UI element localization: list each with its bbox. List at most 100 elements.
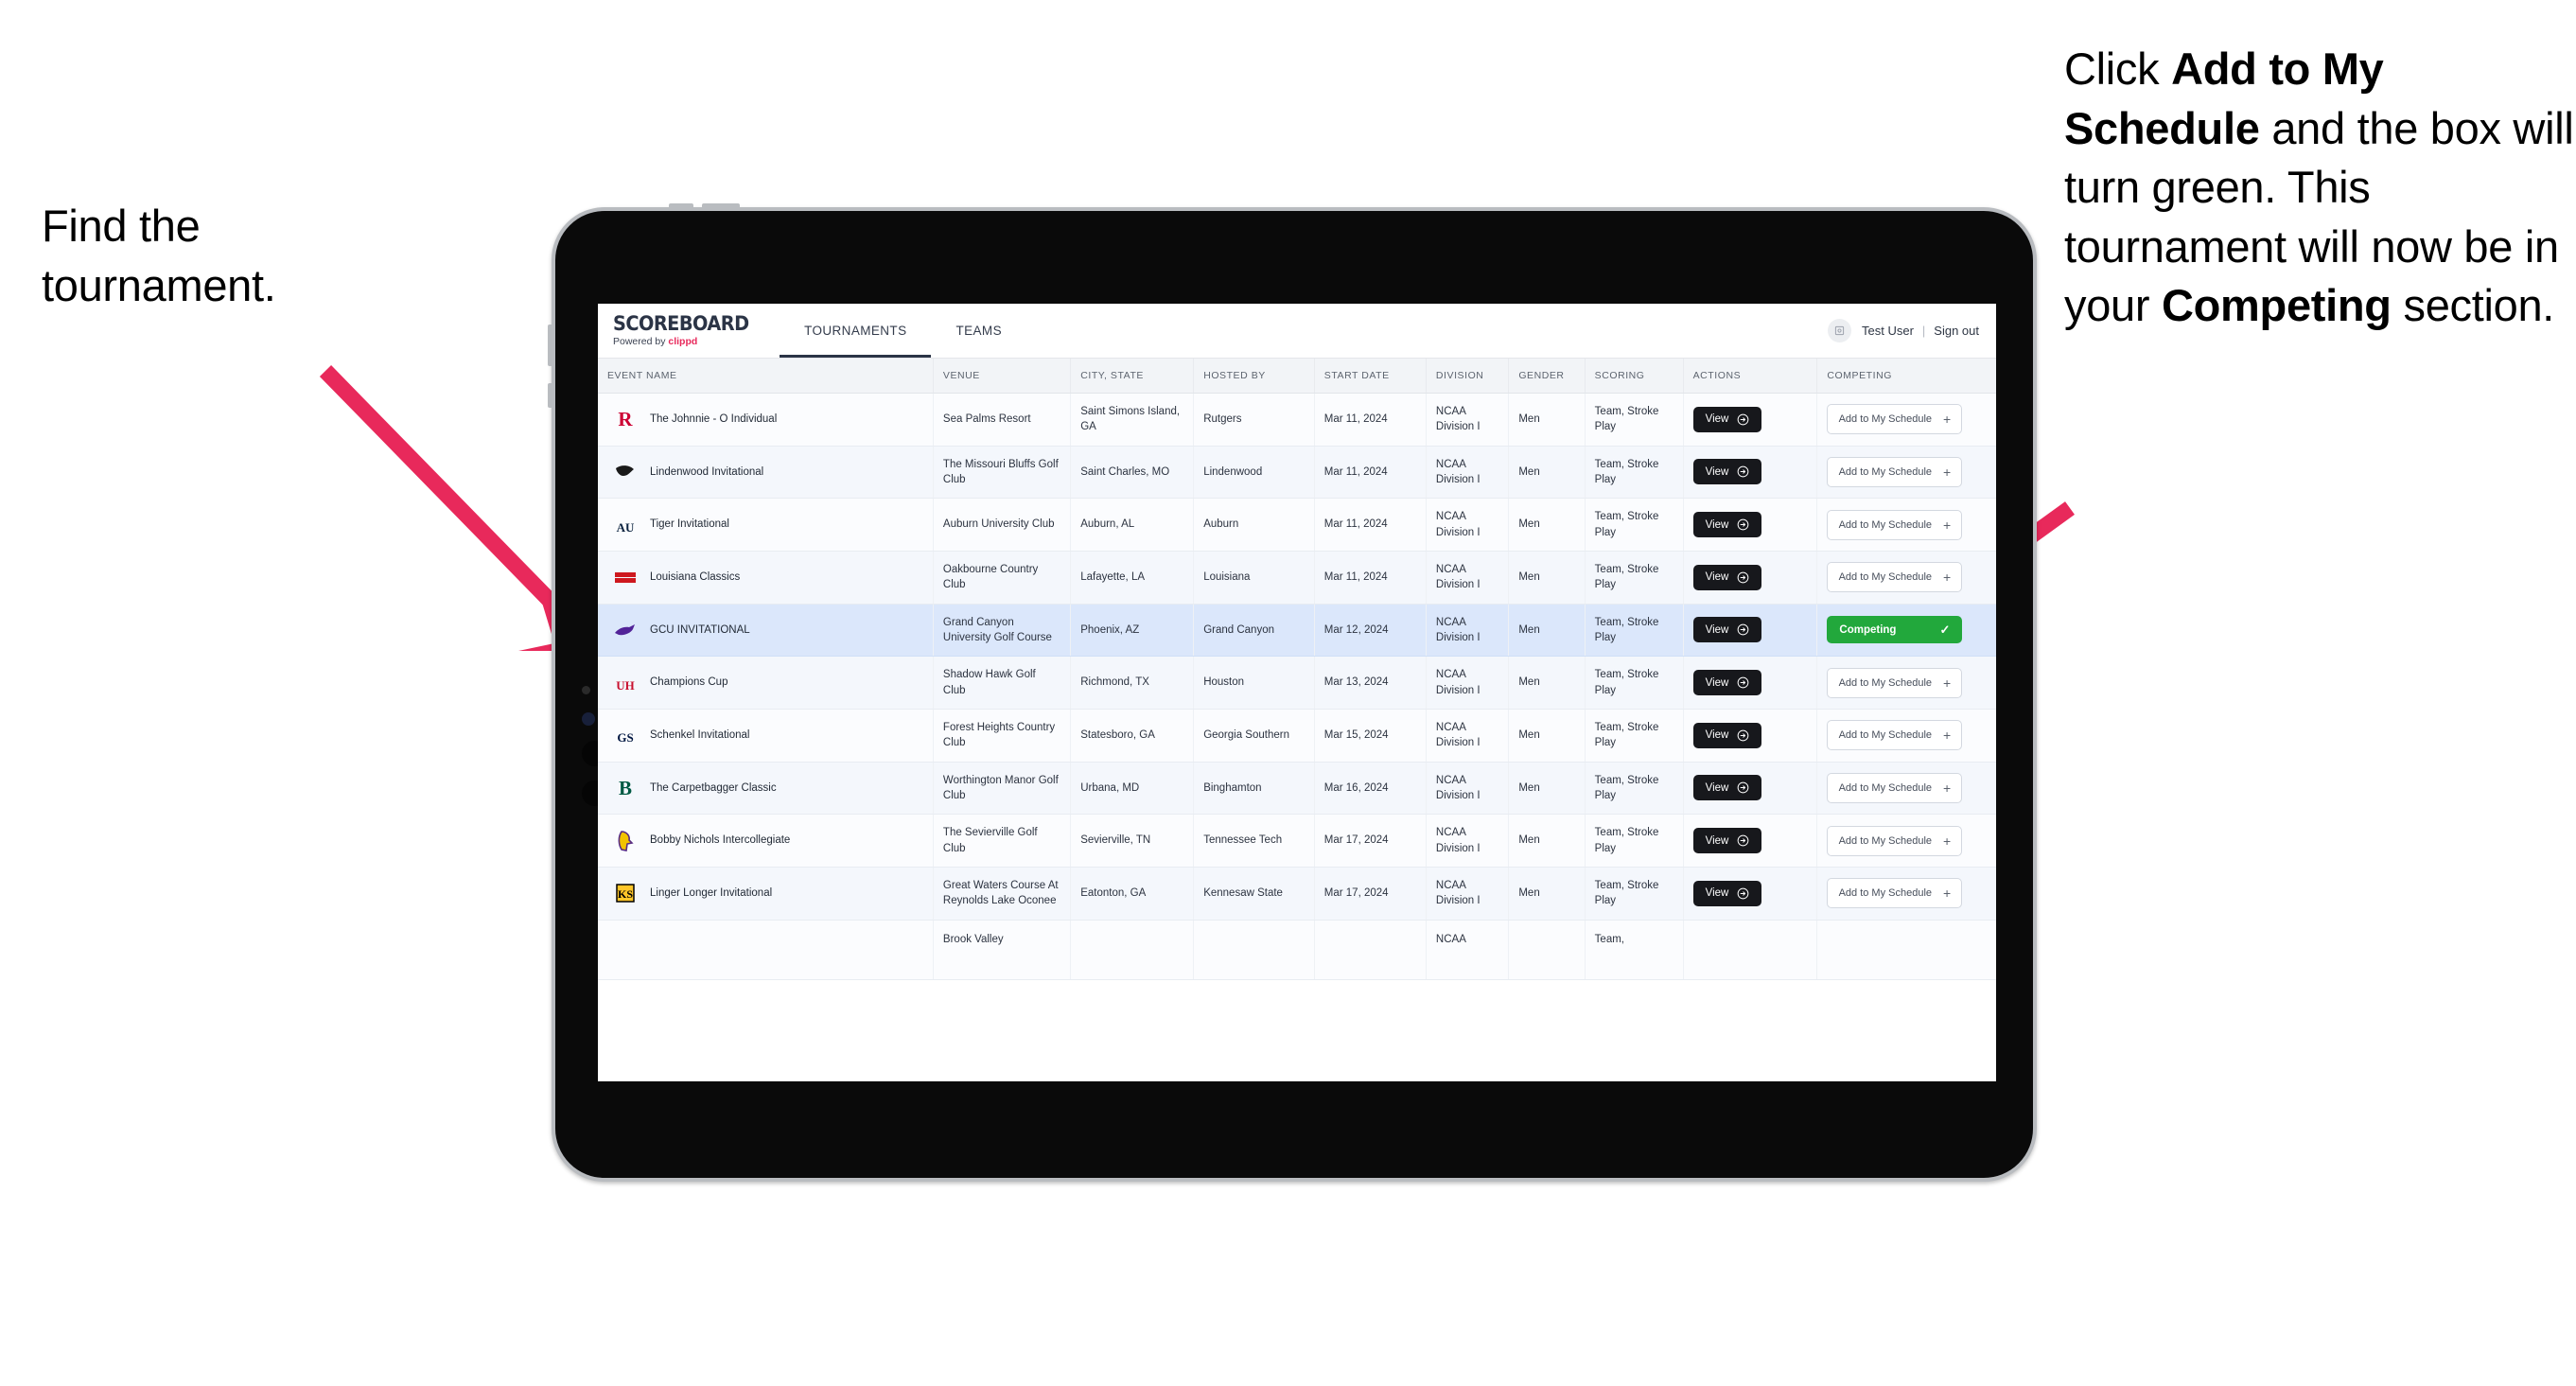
cell-hosted-by: Auburn <box>1193 498 1315 552</box>
table-row[interactable]: GCU INVITATIONAL Grand Canyon University … <box>598 604 1996 658</box>
view-button[interactable]: View <box>1692 880 1762 906</box>
cell-start-date: Mar 11, 2024 <box>1314 446 1427 500</box>
tab-tournaments[interactable]: TOURNAMENTS <box>780 304 932 358</box>
cell-division-partial: NCAA <box>1426 920 1510 980</box>
event-name-label: Louisiana Classics <box>650 571 741 584</box>
tablet-side-button-volume <box>548 325 554 366</box>
add-to-my-schedule-button[interactable]: Add to My Schedule + <box>1827 456 1963 487</box>
event-name-label: Tiger Invitational <box>650 518 729 531</box>
svg-text:B: B <box>619 777 632 799</box>
cell-hosted-by: Georgia Southern <box>1193 709 1315 763</box>
cell-start-date: Mar 11, 2024 <box>1314 551 1427 605</box>
add-to-my-schedule-button[interactable]: Add to My Schedule + <box>1827 509 1963 540</box>
user-avatar-icon[interactable] <box>1828 319 1851 342</box>
add-to-my-schedule-button[interactable]: Add to My Schedule + <box>1827 562 1963 593</box>
cell-actions: View <box>1683 604 1818 658</box>
view-button[interactable]: View <box>1692 617 1762 643</box>
cell-scoring-partial: Team, <box>1585 920 1684 980</box>
table-row-partial[interactable]: Brook Valley NCAA Team, <box>598 920 1996 980</box>
team-logo-icon: R <box>618 408 633 430</box>
plus-icon: + <box>1943 517 1952 533</box>
cell-scoring: Team, Stroke Play <box>1585 656 1684 710</box>
cell-actions: View <box>1683 551 1818 605</box>
cell-scoring: Team, Stroke Play <box>1585 709 1684 763</box>
view-button[interactable]: View <box>1692 512 1762 538</box>
event-name-wrapper: GS Schenkel Invitational <box>607 723 923 747</box>
cell-competing: Add to My Schedule + <box>1816 446 1996 500</box>
view-button[interactable]: View <box>1692 828 1762 854</box>
add-to-my-schedule-label: Add to My Schedule <box>1838 518 1933 531</box>
table-row[interactable]: Louisiana Classics Oakbourne Country Club… <box>598 551 1996 605</box>
add-to-my-schedule-button[interactable]: Add to My Schedule + <box>1827 825 1963 856</box>
view-button[interactable]: View <box>1692 564 1762 590</box>
col-actions: ACTIONS <box>1683 359 1818 394</box>
team-logo-icon: KS <box>616 884 635 903</box>
cell-city-state: Urbana, MD <box>1070 762 1195 816</box>
add-to-my-schedule-label: Add to My Schedule <box>1838 781 1933 794</box>
view-button[interactable]: View <box>1692 406 1762 432</box>
cell-scoring: Team, Stroke Play <box>1585 814 1684 868</box>
cell-hosted-by: Kennesaw State <box>1193 867 1315 921</box>
cell-start-date: Mar 17, 2024 <box>1314 814 1427 868</box>
cell-gender-partial <box>1508 920 1586 980</box>
cell-venue: Shadow Hawk Golf Club <box>933 656 1072 710</box>
add-to-my-schedule-button[interactable]: Add to My Schedule + <box>1827 878 1963 909</box>
tab-teams[interactable]: TEAMS <box>931 304 1026 358</box>
cell-actions: View <box>1683 709 1818 763</box>
circle-arrow-right-icon <box>1737 518 1749 531</box>
cell-competing: Add to My Schedule + <box>1816 498 1996 552</box>
cell-venue: The Sevierville Golf Club <box>933 814 1072 868</box>
table-row[interactable]: UH Champions Cup Shadow Hawk Golf Club Rich… <box>598 656 1996 710</box>
cell-hosted-by: Grand Canyon <box>1193 604 1315 658</box>
cell-start-date: Mar 11, 2024 <box>1314 393 1427 447</box>
view-button[interactable]: View <box>1692 722 1762 748</box>
cell-hosted-by: Rutgers <box>1193 393 1315 447</box>
circle-arrow-right-icon <box>1737 571 1749 584</box>
user-area: Test User | Sign out <box>1828 304 1996 358</box>
table-row[interactable]: KS Linger Longer Invitational Great Waters… <box>598 867 1996 921</box>
circle-arrow-right-icon <box>1737 834 1749 847</box>
plus-icon: + <box>1943 412 1952 428</box>
table-row[interactable]: GS Schenkel Invitational Forest Heights Co… <box>598 709 1996 763</box>
cell-competing-partial <box>1816 920 1996 980</box>
table-row[interactable]: B The Carpetbagger Classic Worthington Man… <box>598 762 1996 816</box>
circle-arrow-right-icon <box>1737 624 1749 636</box>
competing-button[interactable]: Competing ✓ <box>1827 616 1963 644</box>
view-button[interactable]: View <box>1692 670 1762 696</box>
circle-arrow-right-icon <box>1737 676 1749 689</box>
cell-hosted-by: Houston <box>1193 656 1315 710</box>
plus-icon: + <box>1943 570 1952 586</box>
table-row[interactable]: Lindenwood Invitational The Missouri Bluf… <box>598 446 1996 500</box>
add-to-my-schedule-button[interactable]: Add to My Schedule + <box>1827 667 1963 698</box>
brand-title: SCOREBOARD <box>613 312 749 336</box>
cell-venue: The Missouri Bluffs Golf Club <box>933 446 1072 500</box>
add-to-my-schedule-button[interactable]: Add to My Schedule + <box>1827 772 1963 803</box>
cell-competing: Add to My Schedule + <box>1816 762 1996 816</box>
plus-icon: + <box>1943 833 1952 849</box>
table-row[interactable]: R The Johnnie - O Individual Sea Palms Res… <box>598 393 1996 447</box>
tablet-sensor-dot <box>582 686 590 694</box>
table-row[interactable]: AU Tiger Invitational Auburn University Cl… <box>598 498 1996 552</box>
cell-event-name: KS Linger Longer Invitational <box>598 867 934 921</box>
svg-text:AU: AU <box>617 520 635 535</box>
cell-city-state: Eatonton, GA <box>1070 867 1195 921</box>
add-to-my-schedule-button[interactable]: Add to My Schedule + <box>1827 720 1963 751</box>
tablet-device-frame: SCOREBOARD Powered by clippd TOURNAMENTS… <box>548 203 2037 1182</box>
circle-arrow-right-icon <box>1737 413 1749 426</box>
table-row[interactable]: Bobby Nichols Intercollegiate The Sevierv… <box>598 814 1996 868</box>
view-button[interactable]: View <box>1692 775 1762 801</box>
cell-gender: Men <box>1508 498 1586 552</box>
cell-gender: Men <box>1508 867 1586 921</box>
view-button-label: View <box>1705 676 1729 689</box>
add-to-my-schedule-button[interactable]: Add to My Schedule + <box>1827 404 1963 435</box>
plus-icon: + <box>1943 780 1952 796</box>
col-hosted-by: HOSTED BY <box>1193 359 1315 394</box>
user-name[interactable]: Test User <box>1862 324 1914 338</box>
cell-event-name: B The Carpetbagger Classic <box>598 762 934 816</box>
sign-out-link[interactable]: Sign out <box>1934 324 1979 338</box>
cell-competing: Add to My Schedule + <box>1816 867 1996 921</box>
plus-icon: + <box>1943 675 1952 691</box>
view-button[interactable]: View <box>1692 459 1762 485</box>
svg-text:R: R <box>618 408 633 430</box>
cell-gender: Men <box>1508 446 1586 500</box>
